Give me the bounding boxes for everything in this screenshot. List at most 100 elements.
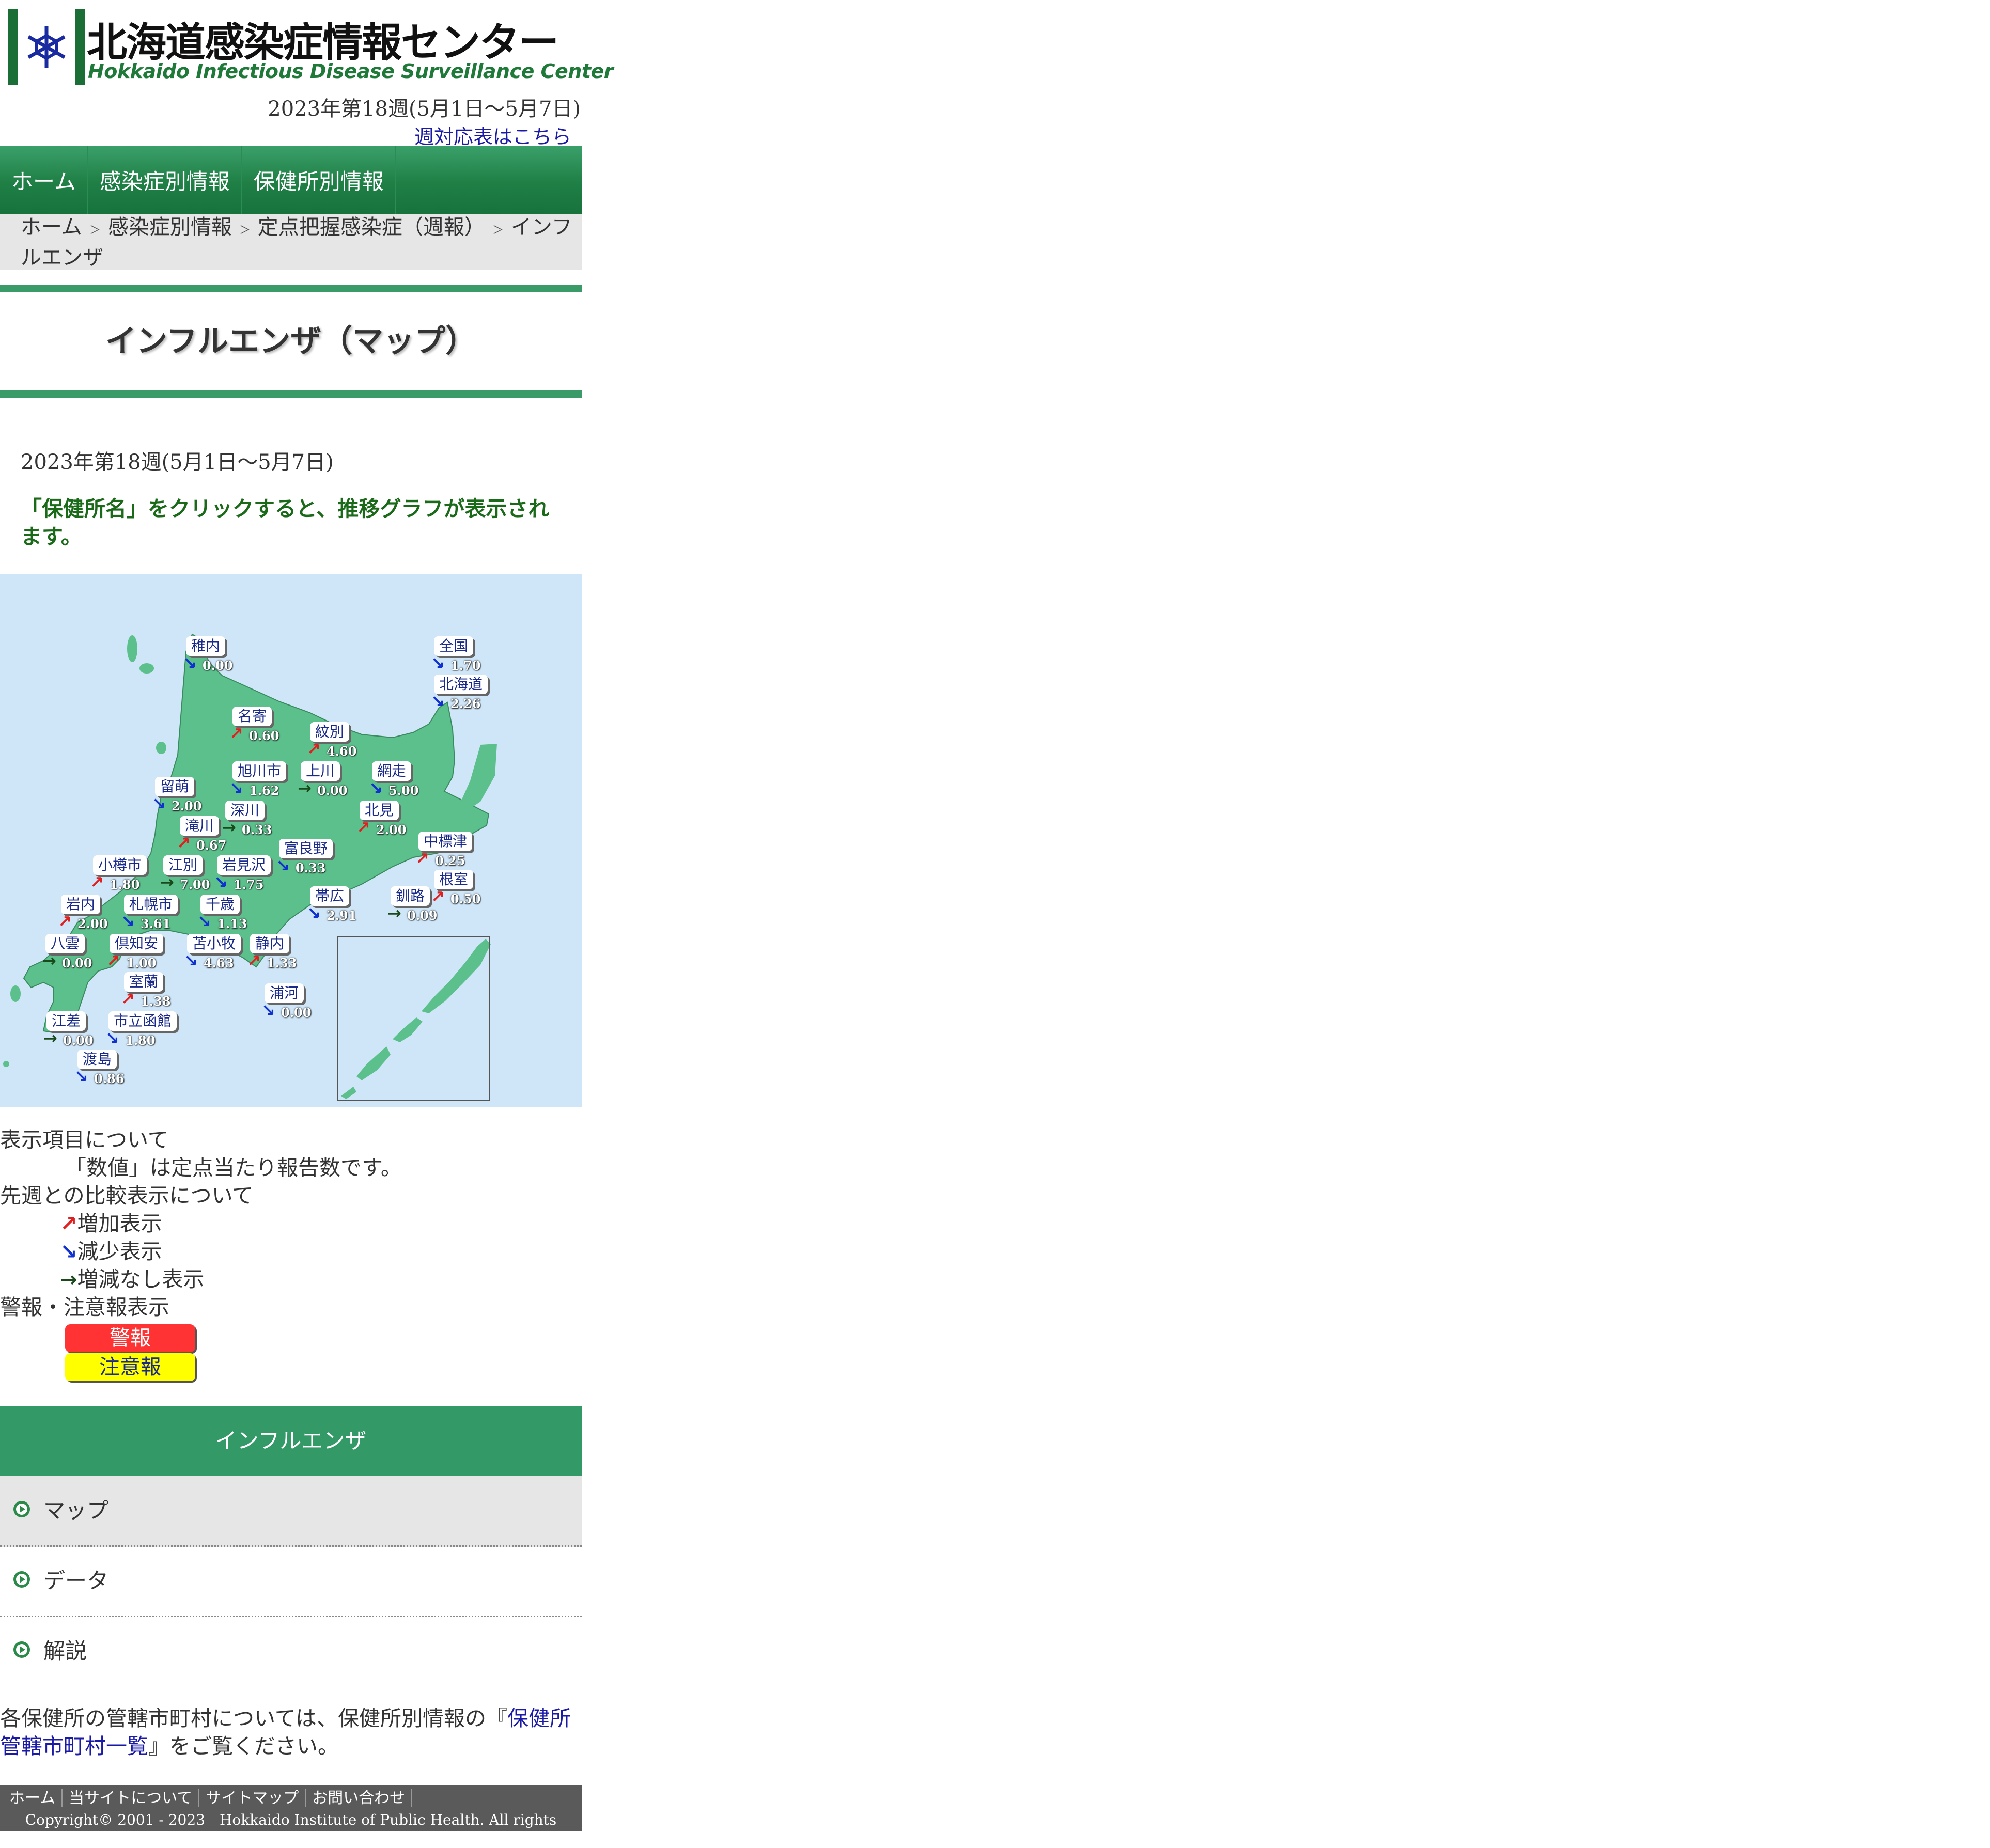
down-arrow-icon: ↘ — [60, 1240, 77, 1264]
region-value: 1.38 — [141, 994, 171, 1009]
up-arrow-icon: ↗ — [229, 724, 243, 743]
down-arrow-icon: ↘ — [431, 653, 445, 673]
down-arrow-icon: ↘ — [229, 778, 243, 798]
region-value: 0.00 — [203, 658, 233, 673]
legend-increase: ↗増加表示 — [60, 1210, 162, 1238]
title-rule-bottom — [0, 390, 582, 398]
current-week: 2023年第18週(5月1日～5月7日) — [268, 97, 581, 121]
legend-alert-heading: 警報・注意報表示 — [0, 1295, 169, 1320]
up-arrow-icon: ↗ — [177, 833, 191, 853]
up-arrow-icon: ↗ — [247, 951, 261, 970]
menu-item-data-label: データ — [43, 1568, 109, 1593]
region-value: 1.62 — [249, 783, 279, 798]
up-arrow-icon: ↗ — [415, 849, 429, 868]
play-circle-icon — [13, 1571, 30, 1588]
menu-item-data[interactable]: データ — [0, 1546, 582, 1617]
up-arrow-icon: ↗ — [307, 739, 321, 759]
up-arrow-icon: ↗ — [58, 912, 72, 931]
nav-disease-info[interactable]: 感染症別情報 — [88, 146, 242, 214]
down-arrow-icon: ↘ — [261, 1000, 275, 1020]
hokkaido-map: 稚内 ↘ 0.00 全国 ↘ 1.70 北海道 ↘ 2.26 名寄 ↗ 0.60 紋別 ↗ 4.60 旭川市 ↘… — [0, 574, 582, 1107]
breadcrumb: ホーム＞感染症別情報＞定点把握感染症（週報）＞インフルエンザ — [0, 214, 582, 270]
up-arrow-icon: ↗ — [60, 1212, 77, 1236]
region-value: 0.50 — [450, 891, 481, 906]
region-value: 0.33 — [242, 822, 272, 837]
region-value: 1.80 — [125, 1033, 156, 1048]
region-value: 4.63 — [204, 956, 234, 970]
right-arrow-icon: → — [43, 1028, 57, 1048]
region-value: 0.09 — [407, 908, 438, 923]
region-value: 4.60 — [327, 744, 357, 759]
legend-nochange-label: 増減なし表示 — [77, 1267, 205, 1292]
region-value: 3.61 — [141, 916, 171, 931]
region-value: 2.26 — [450, 696, 481, 711]
breadcrumb-disease-info[interactable]: 感染症別情報 — [108, 215, 232, 239]
region-value: 1.33 — [267, 956, 297, 970]
nav-home[interactable]: ホーム — [0, 146, 88, 214]
copyright: Copyright© 2001 - 2023 Hokkaido Institut… — [25, 1811, 557, 1847]
warning-badge: 警報 — [65, 1324, 195, 1352]
menu-item-map-label: マップ — [43, 1498, 109, 1523]
caution-badge: 注意報 — [65, 1353, 195, 1381]
region-value: 2.00 — [77, 916, 108, 931]
up-arrow-icon: ↗ — [106, 951, 120, 970]
region-value: 0.33 — [296, 860, 326, 875]
nav-health-center-info[interactable]: 保健所別情報 — [242, 146, 396, 214]
menu-item-map[interactable]: マップ — [0, 1476, 582, 1547]
down-arrow-icon: ↘ — [307, 903, 321, 923]
inset-frame — [337, 936, 490, 1101]
breadcrumb-separator: ＞ — [492, 224, 504, 237]
legend-decrease: ↘減少表示 — [60, 1238, 162, 1266]
up-arrow-icon: ↗ — [356, 818, 370, 837]
center-logo-icon[interactable] — [8, 9, 85, 85]
weekly-table-link[interactable]: 週対応表はこちら — [414, 121, 571, 149]
right-arrow-icon: → — [387, 903, 401, 923]
region-value: 0.00 — [281, 1005, 312, 1020]
region-value: 1.00 — [126, 956, 157, 970]
legend-items-heading: 表示項目について — [0, 1127, 169, 1152]
down-arrow-icon: ↘ — [431, 692, 445, 711]
menu-item-commentary[interactable]: 解説 — [0, 1617, 582, 1686]
footer-link-sitemap[interactable]: サイトマップ — [199, 1789, 306, 1807]
menu-title: インフルエンザ — [0, 1406, 582, 1476]
report-week: 2023年第18週(5月1日～5月7日) — [21, 450, 334, 474]
region-value: 0.86 — [94, 1071, 125, 1086]
site-footer: ホーム 当サイトについて サイトマップ お問い合わせ Copyright© 2001 … — [0, 1785, 582, 1847]
up-arrow-icon: ↗ — [121, 989, 135, 1009]
global-nav: ホーム 感染症別情報 保健所別情報 — [0, 146, 582, 214]
map-legend: 表示項目について 「数値」は定点当たり報告数です。 先週との比較表示について ↗… — [0, 1126, 582, 1395]
down-arrow-icon: ↘ — [184, 951, 198, 970]
region-value: 5.00 — [388, 783, 419, 798]
footer-link-contact[interactable]: お問い合わせ — [306, 1789, 413, 1807]
footer-link-about[interactable]: 当サイトについて — [63, 1789, 200, 1807]
region-value: 0.60 — [249, 728, 279, 743]
region-value: 1.75 — [234, 877, 264, 892]
region-value: 0.67 — [196, 838, 227, 853]
region-value: 1.13 — [217, 916, 247, 931]
menu-item-commentary-label: 解説 — [43, 1638, 87, 1664]
down-arrow-icon: ↘ — [105, 1028, 119, 1048]
breadcrumb-separator: ＞ — [239, 224, 251, 237]
breadcrumb-sentinel-weekly[interactable]: 定点把握感染症（週報） — [258, 215, 485, 239]
footer-link-home[interactable]: ホーム — [3, 1789, 63, 1807]
footer-links: ホーム 当サイトについて サイトマップ お問い合わせ — [3, 1788, 413, 1809]
title-rule-top — [0, 285, 582, 292]
region-value: 0.00 — [62, 956, 92, 970]
breadcrumb-separator: ＞ — [89, 224, 101, 237]
breadcrumb-home[interactable]: ホーム — [21, 215, 82, 239]
play-circle-icon — [13, 1501, 30, 1517]
down-arrow-icon: ↘ — [121, 912, 135, 931]
right-arrow-icon: → — [42, 951, 56, 970]
legend-decrease-label: 減少表示 — [77, 1239, 162, 1264]
note-prefix: 各保健所の管轄市町村については、保健所別情報の『 — [0, 1706, 507, 1731]
down-arrow-icon: ↘ — [183, 653, 197, 673]
down-arrow-icon: ↘ — [214, 872, 228, 892]
down-arrow-icon: ↘ — [74, 1067, 88, 1086]
up-arrow-icon: ↗ — [431, 887, 445, 906]
logo-title-en: Hokkaido Infectious Disease Surveillance… — [88, 60, 614, 83]
legend-compare-heading: 先週との比較表示について — [0, 1183, 254, 1208]
jurisdiction-note: 各保健所の管轄市町村については、保健所別情報の『保健所管轄市町村一覧』をご覧くだ… — [0, 1704, 573, 1760]
legend-increase-label: 増加表示 — [77, 1211, 162, 1236]
down-arrow-icon: ↘ — [152, 794, 166, 813]
down-arrow-icon: ↘ — [197, 912, 211, 931]
